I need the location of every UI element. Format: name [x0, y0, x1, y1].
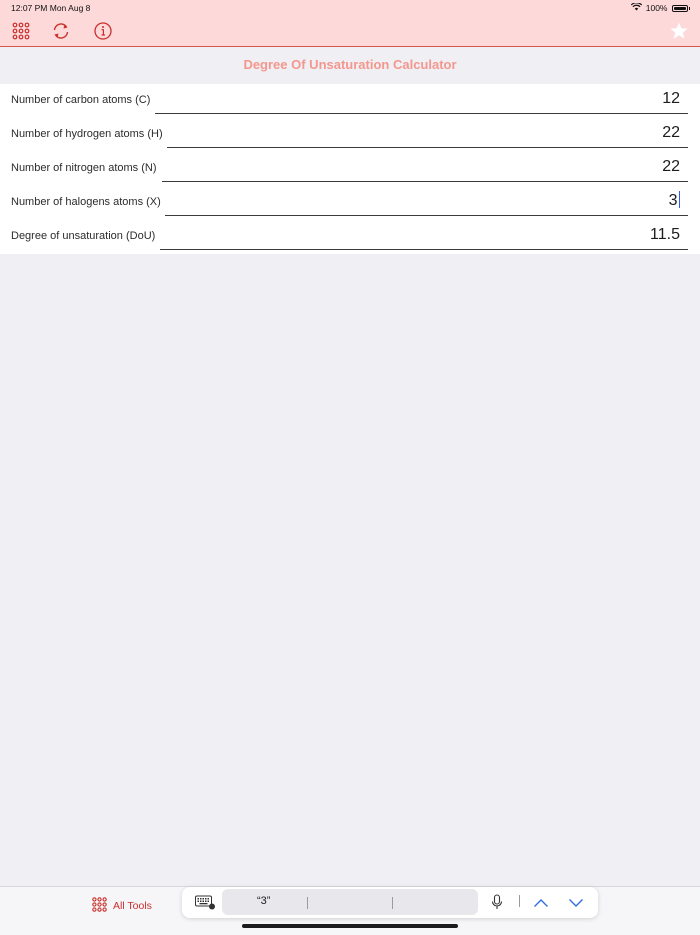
- nitrogen-input[interactable]: 22: [162, 152, 688, 182]
- suggestion-item[interactable]: “3”: [257, 895, 270, 907]
- nitrogen-row: Number of nitrogen atoms (N) 22: [0, 152, 700, 186]
- carbon-input[interactable]: 12: [155, 84, 688, 114]
- halogen-input[interactable]: 3: [165, 186, 688, 216]
- battery-icon: [671, 4, 688, 12]
- grid-icon: [91, 896, 108, 916]
- carbon-row: Number of carbon atoms (C) 12: [0, 84, 700, 118]
- dou-label: Degree of unsaturation (DoU): [11, 230, 156, 242]
- info-icon[interactable]: [93, 21, 113, 41]
- text-caret: [678, 191, 680, 208]
- all-tools-label: All Tools: [113, 900, 152, 912]
- dou-output: 11.5: [160, 220, 688, 250]
- refresh-icon[interactable]: [51, 21, 71, 41]
- microphone-icon[interactable]: [490, 894, 504, 910]
- navigation-bar: 12:07 PM Mon Aug 8 100%: [0, 0, 700, 47]
- calculator-form: Number of carbon atoms (C) 12 Number of …: [0, 84, 700, 254]
- status-indicators: 100%: [630, 2, 690, 13]
- suggestion-box[interactable]: “3”: [222, 889, 478, 915]
- halogen-label: Number of halogens atoms (X): [11, 196, 161, 208]
- keyboard-shortcut-bar: “3”: [182, 887, 598, 918]
- halogen-row: Number of halogens atoms (X) 3: [0, 186, 700, 220]
- hydrogen-row: Number of hydrogen atoms (H) 22: [0, 118, 700, 152]
- hydrogen-label: Number of hydrogen atoms (H): [11, 128, 163, 140]
- status-time: 12:07 PM Mon Aug 8: [11, 3, 91, 13]
- grid-icon[interactable]: [11, 21, 31, 41]
- suggestion-divider: [392, 897, 393, 909]
- star-icon[interactable]: [669, 21, 689, 41]
- toolbar-divider: [519, 895, 520, 907]
- suggestion-divider: [307, 897, 308, 909]
- wifi-icon: [630, 2, 642, 13]
- keyboard-icon[interactable]: [195, 895, 215, 910]
- home-indicator: [242, 924, 458, 928]
- all-tools-button[interactable]: All Tools: [91, 896, 152, 916]
- page-title: Degree Of Unsaturation Calculator: [243, 57, 457, 72]
- carbon-label: Number of carbon atoms (C): [11, 94, 151, 106]
- chevron-down-icon[interactable]: [568, 896, 584, 908]
- battery-percent: 100%: [645, 3, 668, 13]
- chevron-up-icon[interactable]: [533, 896, 549, 908]
- nitrogen-label: Number of nitrogen atoms (N): [11, 162, 157, 174]
- hydrogen-input[interactable]: 22: [167, 118, 688, 148]
- dou-row: Degree of unsaturation (DoU) 11.5: [0, 220, 700, 254]
